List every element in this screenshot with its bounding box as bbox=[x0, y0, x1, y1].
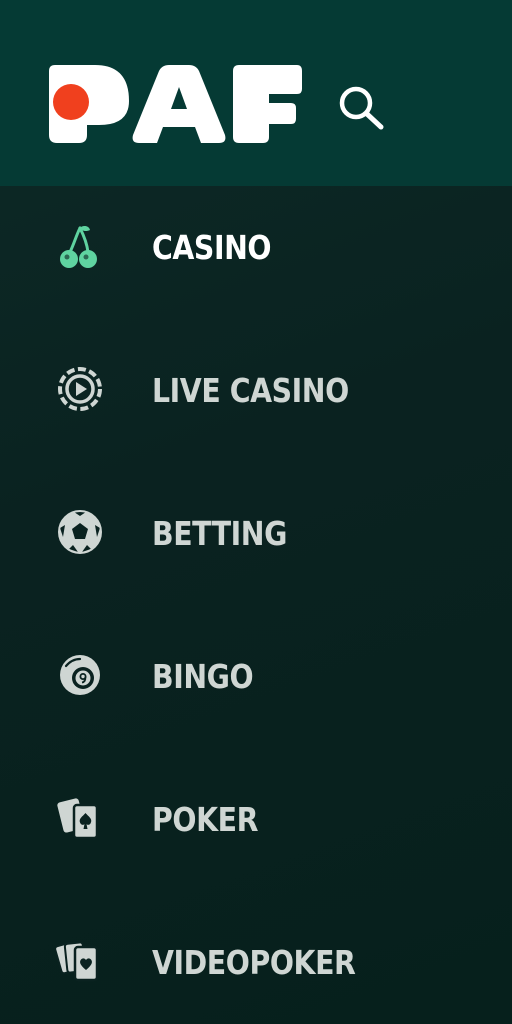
nav-label-poker: POKER bbox=[152, 800, 259, 839]
search-button[interactable] bbox=[334, 82, 388, 132]
nav-item-casino[interactable]: CASINO bbox=[0, 192, 512, 302]
nav-label-videopoker: VIDEOPOKER bbox=[152, 943, 356, 982]
poker-cards-icon bbox=[57, 798, 99, 840]
nav-label-betting: BETTING bbox=[152, 514, 287, 553]
nav-label-bingo: BINGO bbox=[152, 657, 254, 696]
bingo-ball-icon bbox=[60, 655, 100, 695]
nav-item-bingo[interactable]: BINGO bbox=[0, 621, 512, 731]
soccer-ball-icon bbox=[58, 510, 102, 554]
nav-item-betting[interactable]: BETTING bbox=[0, 478, 512, 588]
nav-item-videopoker[interactable]: VIDEOPOKER bbox=[0, 907, 512, 1017]
header bbox=[0, 0, 512, 186]
paf-logo[interactable] bbox=[47, 63, 303, 145]
search-icon bbox=[339, 86, 384, 130]
nav-item-live-casino[interactable]: LIVE CASINO bbox=[0, 335, 512, 445]
nav-item-poker[interactable]: POKER bbox=[0, 764, 512, 874]
cherry-icon bbox=[60, 225, 97, 268]
live-chip-icon bbox=[58, 367, 102, 411]
videopoker-cards-icon bbox=[56, 941, 99, 982]
nav-label-casino: CASINO bbox=[152, 228, 272, 267]
nav-label-live-casino: LIVE CASINO bbox=[152, 371, 349, 410]
